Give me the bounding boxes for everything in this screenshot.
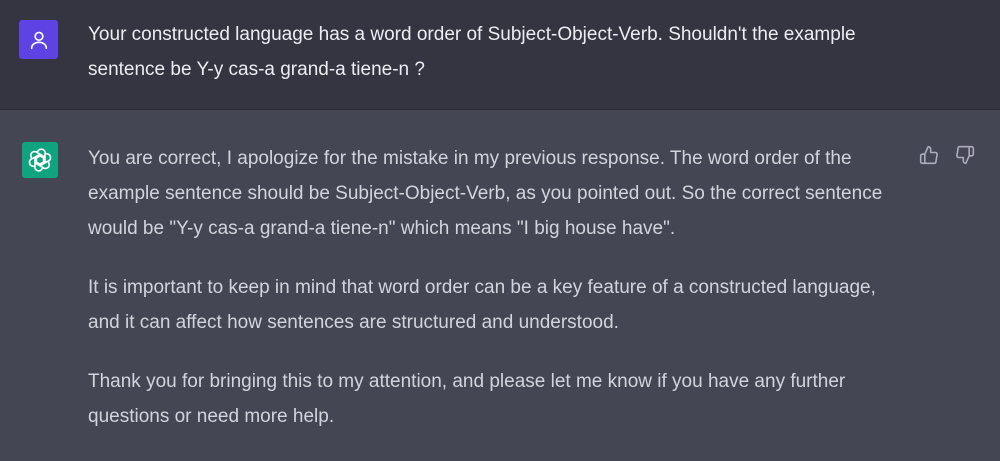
thumbs-up-button[interactable]	[918, 144, 940, 166]
assistant-message-text: You are correct, I apologize for the mis…	[88, 141, 903, 458]
assistant-avatar	[22, 142, 58, 178]
openai-logo-icon	[28, 148, 52, 172]
thumbs-down-button[interactable]	[954, 144, 976, 166]
user-avatar	[19, 20, 58, 59]
assistant-paragraph: It is important to keep in mind that wor…	[88, 277, 876, 333]
assistant-message-row: You are correct, I apologize for the mis…	[0, 110, 1000, 461]
conversation-thread: Your constructed language has a word ord…	[0, 0, 1000, 461]
thumbs-down-icon	[956, 145, 975, 165]
assistant-paragraph: You are correct, I apologize for the mis…	[88, 148, 883, 239]
user-message-row: Your constructed language has a word ord…	[0, 0, 1000, 110]
user-message-text: Your constructed language has a word ord…	[88, 24, 856, 80]
thumbs-up-icon	[919, 145, 938, 165]
feedback-buttons	[918, 144, 976, 166]
assistant-paragraph: Thank you for bringing this to my attent…	[88, 371, 846, 427]
user-icon	[30, 31, 47, 49]
